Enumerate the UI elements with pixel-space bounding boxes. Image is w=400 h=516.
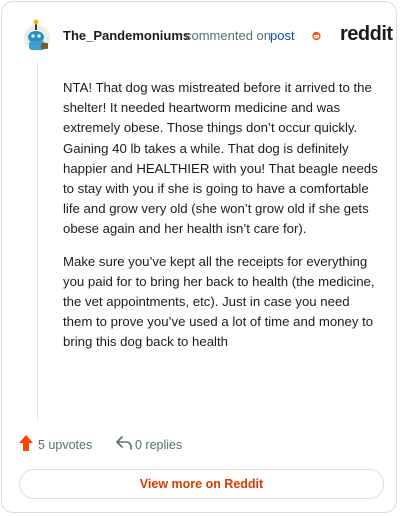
reply-arrow-icon[interactable] [115,435,133,451]
comment-header: The_Pandemoniums commented on post reddi… [2,2,398,66]
username-link[interactable]: The_Pandemoniums [63,28,190,43]
user-avatar-icon[interactable] [22,19,52,53]
reply-count[interactable]: 0 replies [135,438,182,452]
thread-line [37,62,38,422]
commented-on-label: commented on [185,28,271,43]
post-link[interactable]: post [270,28,295,43]
comment-embed-card: The_Pandemoniums commented on post reddi… [1,1,397,513]
reddit-logo-icon[interactable] [312,23,338,49]
comment-paragraph: NTA! That dog was mistreated before it a… [63,80,378,237]
upvote-arrow-icon[interactable] [18,434,34,452]
reddit-wordmark[interactable]: reddit [340,23,393,46]
view-more-button[interactable]: View more on Reddit [19,469,384,499]
comment-paragraph: Make sure you’ve kept all the receipts f… [63,253,375,350]
comment-body: NTA! That dog was mistreated before it a… [63,78,381,365]
upvote-count: 5 upvotes [38,438,93,452]
comment-actions: 5 upvotes 0 replies [2,432,398,456]
